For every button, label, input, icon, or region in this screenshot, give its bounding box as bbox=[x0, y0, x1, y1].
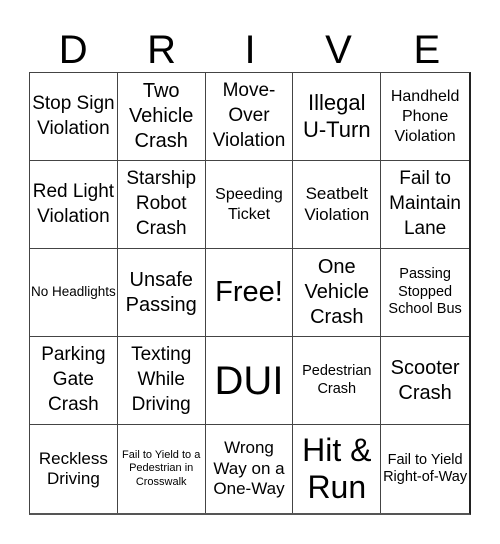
bingo-cell[interactable]: Hit & Run bbox=[293, 425, 382, 513]
bingo-cell-label: Red Light Violation bbox=[32, 180, 115, 227]
bingo-cell[interactable]: DUI bbox=[205, 337, 294, 425]
bingo-cell[interactable]: Stop Sign Violation bbox=[30, 73, 118, 161]
bingo-cell-label: Fail to Yield Right-of-Way bbox=[383, 451, 468, 485]
bingo-cell[interactable]: Two Vehicle Crash bbox=[117, 73, 206, 161]
bingo-cell-label: Illegal U-Turn bbox=[302, 90, 371, 142]
bingo-cell[interactable]: Reckless Driving bbox=[30, 425, 118, 513]
bingo-cell[interactable]: Illegal U-Turn bbox=[293, 73, 382, 161]
bingo-cell-label: Stop Sign Violation bbox=[32, 92, 115, 139]
bingo-cell-label: Two Vehicle Crash bbox=[128, 80, 194, 152]
bingo-board: Stop Sign Violation Two Vehicle Crash Move… bbox=[29, 72, 471, 515]
bingo-cell[interactable]: Scooter Crash bbox=[381, 337, 469, 425]
bingo-cell[interactable]: Parking Gate Crash bbox=[30, 337, 118, 425]
bingo-cell-label: Fail to Maintain Lane bbox=[389, 168, 461, 239]
bingo-cell-label: Hit & Run bbox=[302, 432, 372, 505]
bingo-cell[interactable]: Seatbelt Violation bbox=[293, 161, 382, 249]
bingo-cell-label: Handheld Phone Violation bbox=[390, 87, 460, 145]
bingo-cell-label: Free! bbox=[215, 276, 283, 309]
bingo-cell-label: No Headlights bbox=[31, 284, 116, 300]
bingo-cell-label: Move-Over Violation bbox=[212, 80, 286, 151]
bingo-cell-label: Texting While Driving bbox=[131, 344, 192, 415]
bingo-cell-label: Unsafe Passing bbox=[125, 268, 197, 316]
bingo-cell[interactable]: Passing Stopped School Bus bbox=[381, 249, 469, 337]
bingo-cell-label: Starship Robot Crash bbox=[126, 168, 197, 239]
bingo-cell[interactable]: Move-Over Violation bbox=[205, 73, 294, 161]
bingo-cell-label: Wrong Way on a One-Way bbox=[213, 438, 285, 499]
bingo-cell-label: Scooter Crash bbox=[390, 356, 460, 404]
bingo-cell[interactable]: No Headlights bbox=[30, 249, 118, 337]
bingo-cell[interactable]: Texting While Driving bbox=[117, 337, 206, 425]
bingo-cell[interactable]: Pedestrian Crash bbox=[293, 337, 382, 425]
bingo-cell-label: Passing Stopped School Bus bbox=[388, 266, 462, 318]
bingo-cell[interactable]: Fail to Yield Right-of-Way bbox=[381, 425, 469, 513]
bingo-cell[interactable]: One Vehicle Crash bbox=[293, 249, 382, 337]
header-letter-e: E bbox=[413, 28, 441, 72]
header-letter-i: I bbox=[244, 28, 256, 72]
bingo-cell[interactable]: Handheld Phone Violation bbox=[381, 73, 469, 161]
header-letter-v: V bbox=[325, 28, 352, 72]
bingo-cell-label: Fail to Yield to a Pedestrian in Crosswa… bbox=[122, 449, 201, 488]
bingo-cell-label: Speeding Ticket bbox=[215, 185, 283, 223]
bingo-cell-label: Reckless Driving bbox=[38, 448, 108, 488]
bingo-cell-label: Parking Gate Crash bbox=[41, 344, 106, 415]
bingo-cell[interactable]: Unsafe Passing bbox=[117, 249, 206, 337]
bingo-cell-label: DUI bbox=[214, 358, 284, 403]
header-letter-r: R bbox=[147, 28, 177, 72]
header-letter-d: D bbox=[58, 28, 88, 72]
bingo-cell[interactable]: Starship Robot Crash bbox=[117, 161, 206, 249]
bingo-cell[interactable]: Speeding Ticket bbox=[205, 161, 294, 249]
bingo-cell[interactable]: Wrong Way on a One-Way bbox=[206, 425, 294, 513]
bingo-cell[interactable]: Fail to Maintain Lane bbox=[381, 161, 469, 249]
bingo-cell-label: Seatbelt Violation bbox=[304, 184, 370, 224]
bingo-header: D R I V E bbox=[29, 28, 471, 72]
bingo-cell-label: Pedestrian Crash bbox=[302, 363, 372, 397]
bingo-cell[interactable]: Red Light Violation bbox=[30, 161, 118, 249]
bingo-cell-free[interactable]: Free! bbox=[205, 249, 294, 337]
bingo-cell[interactable]: Fail to Yield to a Pedestrian in Crosswa… bbox=[118, 425, 206, 513]
bingo-cell-label: One Vehicle Crash bbox=[304, 256, 370, 328]
